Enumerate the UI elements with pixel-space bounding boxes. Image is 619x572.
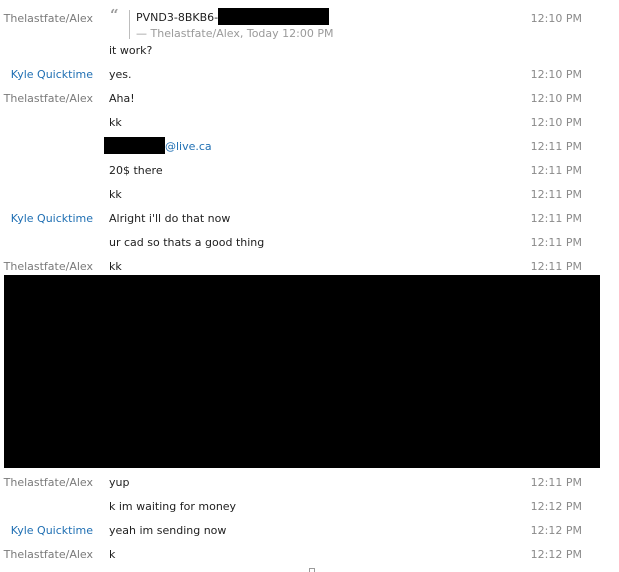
- message-text: yeah im sending now: [109, 524, 227, 537]
- message-text: k: [109, 548, 116, 561]
- message-text: kk: [109, 188, 122, 201]
- message-time: 12:12 PM: [530, 500, 582, 513]
- message-row: Kyle Quicktime yeah im sending now 12:12…: [0, 518, 619, 542]
- message-row: @live.ca 12:11 PM: [0, 134, 619, 158]
- message-time: 12:10 PM: [530, 116, 582, 129]
- message-sender[interactable]: Thelastfate/Alex: [4, 260, 93, 273]
- message-sender[interactable]: Kyle Quicktime: [11, 68, 93, 81]
- message-text: yes.: [109, 68, 132, 81]
- message-row: kk 12:11 PM: [0, 182, 619, 206]
- redaction: [218, 8, 330, 25]
- message-row: Thelastfate/Alex Aha! 12:10 PM: [0, 86, 619, 110]
- message-sender[interactable]: Thelastfate/Alex: [4, 476, 93, 489]
- message-text: Aha!: [109, 92, 135, 105]
- quote-icon: “: [110, 6, 119, 24]
- message-sender[interactable]: Kyle Quicktime: [11, 524, 93, 537]
- message-time: 12:11 PM: [530, 476, 582, 489]
- quote-text: PVND3-8BKB6-: [136, 8, 330, 25]
- message-time: 12:10 PM: [530, 68, 582, 81]
- redaction: [104, 137, 165, 154]
- quote-bar: [129, 10, 130, 39]
- message-time: 12:11 PM: [530, 236, 582, 249]
- message-row: Thelastfate/Alex yup 12:11 PM: [0, 470, 619, 494]
- message-sender[interactable]: Kyle Quicktime: [11, 212, 93, 225]
- message-row: Kyle Quicktime Alright i'll do that now …: [0, 206, 619, 230]
- message-sender[interactable]: Thelastfate/Alex: [4, 92, 93, 105]
- message-text: ur cad so thats a good thing: [109, 236, 265, 249]
- redaction-block: [4, 275, 600, 468]
- message-text: 20$ there: [109, 164, 163, 177]
- scroll-indicator-icon[interactable]: [309, 568, 315, 572]
- message-text: yup: [109, 476, 130, 489]
- message-row: Thelastfate/Alex k 12:12 PM: [0, 542, 619, 566]
- email-link[interactable]: @live.ca: [165, 140, 212, 153]
- message-row: Kyle Quicktime yes. 12:10 PM: [0, 62, 619, 86]
- message-time: 12:12 PM: [530, 524, 582, 537]
- message-time: 12:11 PM: [530, 188, 582, 201]
- message-row: k im waiting for money 12:12 PM: [0, 494, 619, 518]
- message-time: 12:11 PM: [530, 140, 582, 153]
- message-row: kk 12:10 PM: [0, 110, 619, 134]
- message-text: k im waiting for money: [109, 500, 237, 513]
- message-sender[interactable]: Thelastfate/Alex: [4, 12, 93, 25]
- message-time: 12:12 PM: [530, 548, 582, 561]
- message-row: it work?: [0, 38, 619, 62]
- message-row: ur cad so thats a good thing 12:11 PM: [0, 230, 619, 254]
- message-time: 12:10 PM: [530, 12, 582, 25]
- message-time: 12:10 PM: [530, 92, 582, 105]
- message-text: Alright i'll do that now: [109, 212, 231, 225]
- message-row: 20$ there 12:11 PM: [0, 158, 619, 182]
- message-sender[interactable]: Thelastfate/Alex: [4, 548, 93, 561]
- message-time: 12:11 PM: [530, 212, 582, 225]
- message-text: it work?: [109, 44, 153, 57]
- message-time: 12:11 PM: [530, 164, 582, 177]
- message-text: kk: [109, 116, 122, 129]
- message-time: 12:11 PM: [530, 260, 582, 273]
- message-text: kk: [109, 260, 122, 273]
